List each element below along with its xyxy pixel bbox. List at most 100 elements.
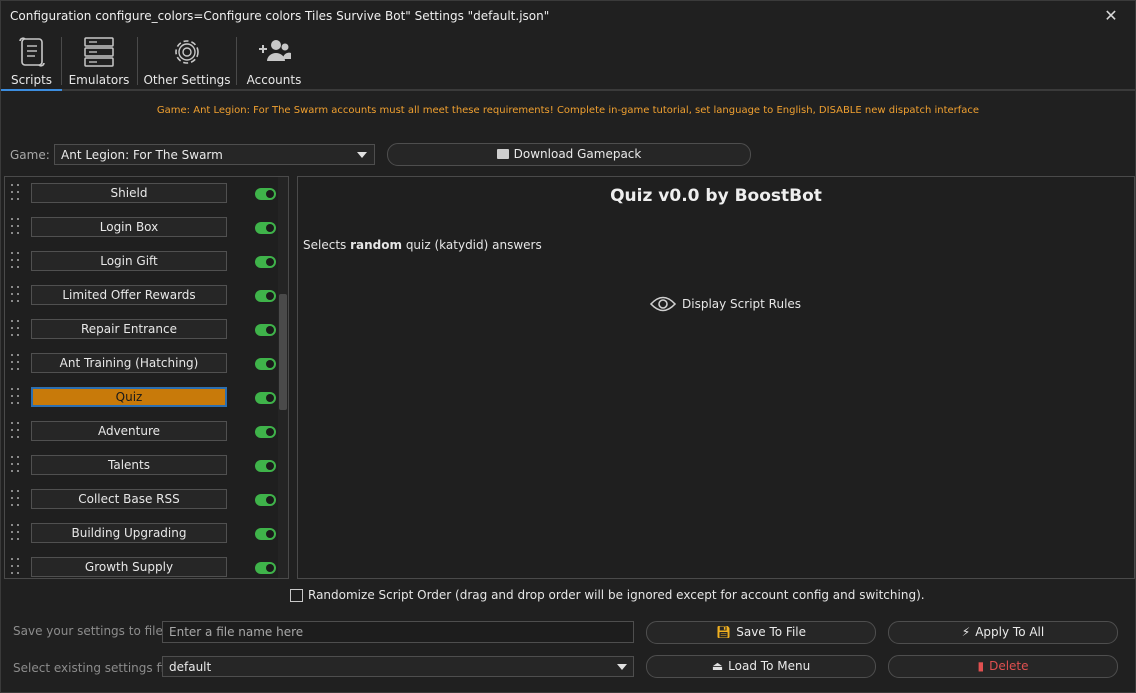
script-row: Login Gift <box>5 245 276 279</box>
tab-emulators[interactable]: Emulators <box>65 33 133 90</box>
desc-suffix: quiz (katydid) answers <box>402 238 542 252</box>
script-enabled-toggle[interactable] <box>255 562 276 574</box>
script-row: Collect Base RSS <box>5 483 276 517</box>
script-enabled-toggle[interactable] <box>255 358 276 370</box>
drag-handle-icon[interactable] <box>11 182 23 204</box>
close-icon[interactable]: ✕ <box>1101 6 1121 26</box>
script-button[interactable]: Talents <box>31 455 227 475</box>
script-enabled-toggle[interactable] <box>255 188 276 200</box>
drag-handle-icon[interactable] <box>11 284 23 306</box>
script-enabled-toggle[interactable] <box>255 324 276 336</box>
eye-icon <box>650 296 676 312</box>
script-row: Quiz <box>5 381 276 415</box>
script-list-scrollbar[interactable] <box>278 177 288 578</box>
script-button[interactable]: Ant Training (Hatching) <box>31 353 227 373</box>
display-script-rules-label: Display Script Rules <box>682 297 802 311</box>
script-row: Ant Training (Hatching) <box>5 347 276 381</box>
lightning-icon: ⚡︎ <box>961 625 971 639</box>
script-enabled-toggle[interactable] <box>255 222 276 234</box>
settings-file-select[interactable]: default <box>162 656 634 677</box>
tab-divider <box>236 37 237 85</box>
script-enabled-toggle[interactable] <box>255 494 276 506</box>
script-enabled-toggle[interactable] <box>255 426 276 438</box>
game-select-value: Ant Legion: For The Swarm <box>61 148 223 162</box>
script-enabled-toggle[interactable] <box>255 256 276 268</box>
randomize-label: Randomize Script Order (drag and drop or… <box>308 588 925 602</box>
settings-file-value: default <box>169 660 212 674</box>
script-enabled-toggle[interactable] <box>255 290 276 302</box>
drag-handle-icon[interactable] <box>11 522 23 544</box>
drag-handle-icon[interactable] <box>11 556 23 578</box>
select-settings-label: Select existing settings file <box>13 661 175 675</box>
gear-icon <box>175 40 199 64</box>
script-button[interactable]: Adventure <box>31 421 227 441</box>
tab-accounts-label: Accounts <box>246 73 302 87</box>
drag-handle-icon[interactable] <box>11 454 23 476</box>
script-detail-panel: Quiz v0.0 by BoostBot Selects random qui… <box>297 176 1135 579</box>
apply-to-all-label: Apply To All <box>975 625 1045 639</box>
delete-button[interactable]: ▮ Delete <box>888 655 1118 678</box>
apply-to-all-button[interactable]: ⚡︎ Apply To All <box>888 621 1118 644</box>
tab-divider <box>61 37 62 85</box>
script-row: Login Box <box>5 211 276 245</box>
script-enabled-toggle[interactable] <box>255 460 276 472</box>
game-label: Game: <box>10 148 50 162</box>
game-requirements-notice: Game: Ant Legion: For The Swarm accounts… <box>156 105 980 116</box>
trash-icon: ▮ <box>977 659 985 673</box>
drag-handle-icon[interactable] <box>11 386 23 408</box>
randomize-checkbox[interactable] <box>290 589 303 602</box>
game-select[interactable]: Ant Legion: For The Swarm <box>54 144 375 165</box>
script-button[interactable]: Shield <box>31 183 227 203</box>
script-title: Quiz v0.0 by BoostBot <box>610 186 822 206</box>
drag-handle-icon[interactable] <box>11 488 23 510</box>
drag-handle-icon[interactable] <box>11 216 23 238</box>
desc-bold: random <box>350 238 402 252</box>
tab-bar: Scripts Emulators Other Settings Account… <box>1 33 1135 91</box>
tab-accounts[interactable]: Accounts <box>242 33 306 90</box>
download-gamepack-label: Download Gamepack <box>513 147 642 161</box>
tab-divider <box>137 37 138 85</box>
script-button[interactable]: Limited Offer Rewards <box>31 285 227 305</box>
title-bar: Configuration configure_colors=Configure… <box>1 1 1135 33</box>
script-button[interactable]: Repair Entrance <box>31 319 227 339</box>
script-list: Shield Login Box Login Gift Limited Offer R… <box>4 176 289 579</box>
chevron-down-icon <box>617 664 627 670</box>
script-enabled-toggle[interactable] <box>255 392 276 404</box>
script-row: Building Upgrading <box>5 517 276 551</box>
tab-bar-underline <box>1 89 1135 91</box>
file-name-input[interactable] <box>162 621 634 643</box>
script-button[interactable]: Building Upgrading <box>31 523 227 543</box>
drag-handle-icon[interactable] <box>11 318 23 340</box>
chevron-down-icon <box>357 152 367 158</box>
tab-scripts[interactable]: Scripts <box>3 33 60 90</box>
package-icon <box>496 149 509 159</box>
script-row: Talents <box>5 449 276 483</box>
script-button[interactable]: Login Gift <box>31 251 227 271</box>
save-to-file-button[interactable]: 💾︎ Save To File <box>646 621 876 644</box>
drag-handle-icon[interactable] <box>11 352 23 374</box>
script-button[interactable]: Quiz <box>31 387 227 407</box>
download-gamepack-button[interactable]: Download Gamepack <box>387 143 751 166</box>
script-button[interactable]: Growth Supply <box>31 557 227 577</box>
tab-other-settings[interactable]: Other Settings <box>142 33 232 90</box>
script-row: Repair Entrance <box>5 313 276 347</box>
load-to-menu-label: Load To Menu <box>728 659 811 673</box>
script-button[interactable]: Collect Base RSS <box>31 489 227 509</box>
drag-handle-icon[interactable] <box>11 250 23 272</box>
script-enabled-toggle[interactable] <box>255 528 276 540</box>
server-icon <box>84 37 114 67</box>
load-to-menu-button[interactable]: ⏏ Load To Menu <box>646 655 876 678</box>
script-button[interactable]: Login Box <box>31 217 227 237</box>
script-row: Shield <box>5 177 276 211</box>
script-row: Adventure <box>5 415 276 449</box>
scrollbar-thumb[interactable] <box>279 294 287 410</box>
tab-emulators-label: Emulators <box>68 73 130 87</box>
tab-other-settings-label: Other Settings <box>143 73 231 87</box>
window-title: Configuration configure_colors=Configure… <box>10 9 550 23</box>
script-description: Selects random quiz (katydid) answers <box>303 238 542 252</box>
settings-window: Configuration configure_colors=Configure… <box>0 0 1136 693</box>
add-user-icon <box>259 40 291 61</box>
active-tab-indicator <box>1 89 62 91</box>
drag-handle-icon[interactable] <box>11 420 23 442</box>
script-row: Limited Offer Rewards <box>5 279 276 313</box>
